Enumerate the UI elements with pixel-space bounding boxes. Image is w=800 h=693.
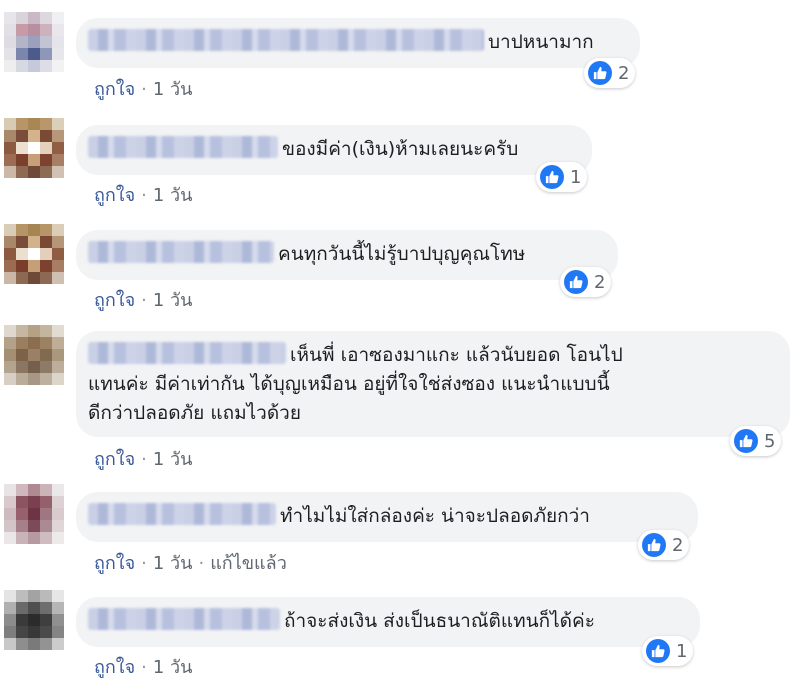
avatar[interactable] bbox=[4, 118, 64, 178]
comment-text: บาปหนามาก bbox=[488, 31, 594, 53]
edited-label[interactable]: แก้ไขแล้ว bbox=[210, 553, 287, 574]
thumbs-up-icon bbox=[646, 639, 670, 663]
timestamp[interactable]: 1 วัน bbox=[153, 185, 193, 206]
comment-text: ถ้าจะส่งเงิน ส่งเป็นธนาณัติแทนก็ได้ค่ะ bbox=[284, 610, 595, 632]
thumbs-up-icon bbox=[564, 270, 588, 294]
comment-text-line-1: เห็นพี่ เอาซองมาแกะ แล้วนับยอด โอนไป bbox=[290, 344, 623, 366]
commenter-name[interactable] bbox=[88, 608, 280, 630]
thumbs-up-icon bbox=[540, 165, 564, 189]
timestamp[interactable]: 1 วัน bbox=[153, 553, 193, 574]
thumbs-up-icon bbox=[734, 429, 758, 453]
reaction-count[interactable]: 2 bbox=[638, 530, 690, 560]
comment-bubble: เห็นพี่ เอาซองมาแกะ แล้วนับยอด โอนไป แทน… bbox=[76, 331, 790, 437]
comment-meta: ถูกใจ · 1 วัน bbox=[94, 79, 193, 100]
like-link[interactable]: ถูกใจ bbox=[94, 79, 135, 100]
like-link[interactable]: ถูกใจ bbox=[94, 185, 135, 206]
reaction-count[interactable]: 5 bbox=[730, 426, 782, 456]
reaction-number: 1 bbox=[676, 640, 688, 662]
reaction-count[interactable]: 2 bbox=[560, 267, 612, 297]
comment-meta: ถูกใจ · 1 วัน bbox=[94, 290, 193, 311]
commenter-name[interactable] bbox=[88, 136, 278, 158]
avatar[interactable] bbox=[4, 12, 64, 72]
comment-bubble: ของมีค่า(เงิน)ห้ามเลยนะครับ bbox=[76, 125, 592, 175]
reaction-number: 2 bbox=[594, 271, 606, 293]
reaction-number: 2 bbox=[672, 534, 684, 556]
timestamp[interactable]: 1 วัน bbox=[153, 79, 193, 100]
thumbs-up-icon bbox=[588, 61, 612, 85]
commenter-name[interactable] bbox=[88, 29, 484, 51]
timestamp[interactable]: 1 วัน bbox=[153, 657, 193, 678]
comment-bubble: คนทุกวันนี้ไม่รู้บาปบุญคุณโทษ bbox=[76, 230, 618, 280]
comment-text-line-2: แทนค่ะ มีค่าเท่ากัน ได้บุญเหมือน อยู่ที่… bbox=[88, 373, 610, 395]
comment-text: คนทุกวันนี้ไม่รู้บาปบุญคุณโทษ bbox=[278, 243, 526, 265]
avatar[interactable] bbox=[4, 325, 64, 385]
timestamp[interactable]: 1 วัน bbox=[153, 290, 193, 311]
comment-meta: ถูกใจ · 1 วัน · แก้ไขแล้ว bbox=[94, 553, 287, 574]
reaction-count[interactable]: 1 bbox=[536, 162, 588, 192]
comment-text: ทำไมไม่ใส่กล่องค่ะ น่าจะปลอดภัยกว่า bbox=[280, 505, 590, 527]
reaction-number: 1 bbox=[570, 166, 582, 188]
comment-text: ของมีค่า(เงิน)ห้ามเลยนะครับ bbox=[282, 138, 519, 160]
reaction-number: 2 bbox=[618, 62, 630, 84]
reaction-number: 5 bbox=[764, 430, 776, 452]
avatar[interactable] bbox=[4, 590, 64, 650]
reaction-count[interactable]: 1 bbox=[642, 636, 694, 666]
comment-bubble: บาปหนามาก bbox=[76, 18, 640, 68]
comment-text-line-3: ดีกว่าปลอดภัย แถมไวด้วย bbox=[88, 402, 301, 424]
comment-meta: ถูกใจ · 1 วัน bbox=[94, 657, 193, 678]
like-link[interactable]: ถูกใจ bbox=[94, 657, 135, 678]
commenter-name[interactable] bbox=[88, 503, 276, 525]
comment-meta: ถูกใจ · 1 วัน bbox=[94, 449, 193, 470]
comment-meta: ถูกใจ · 1 วัน bbox=[94, 185, 193, 206]
commenter-name[interactable] bbox=[88, 241, 274, 263]
like-link[interactable]: ถูกใจ bbox=[94, 449, 135, 470]
avatar[interactable] bbox=[4, 484, 64, 544]
avatar[interactable] bbox=[4, 224, 64, 284]
like-link[interactable]: ถูกใจ bbox=[94, 290, 135, 311]
commenter-name[interactable] bbox=[88, 342, 286, 364]
timestamp[interactable]: 1 วัน bbox=[153, 449, 193, 470]
comment-bubble: ถ้าจะส่งเงิน ส่งเป็นธนาณัติแทนก็ได้ค่ะ bbox=[76, 597, 700, 647]
like-link[interactable]: ถูกใจ bbox=[94, 553, 135, 574]
thumbs-up-icon bbox=[642, 533, 666, 557]
comment-bubble: ทำไมไม่ใส่กล่องค่ะ น่าจะปลอดภัยกว่า bbox=[76, 492, 698, 542]
reaction-count[interactable]: 2 bbox=[584, 58, 636, 88]
